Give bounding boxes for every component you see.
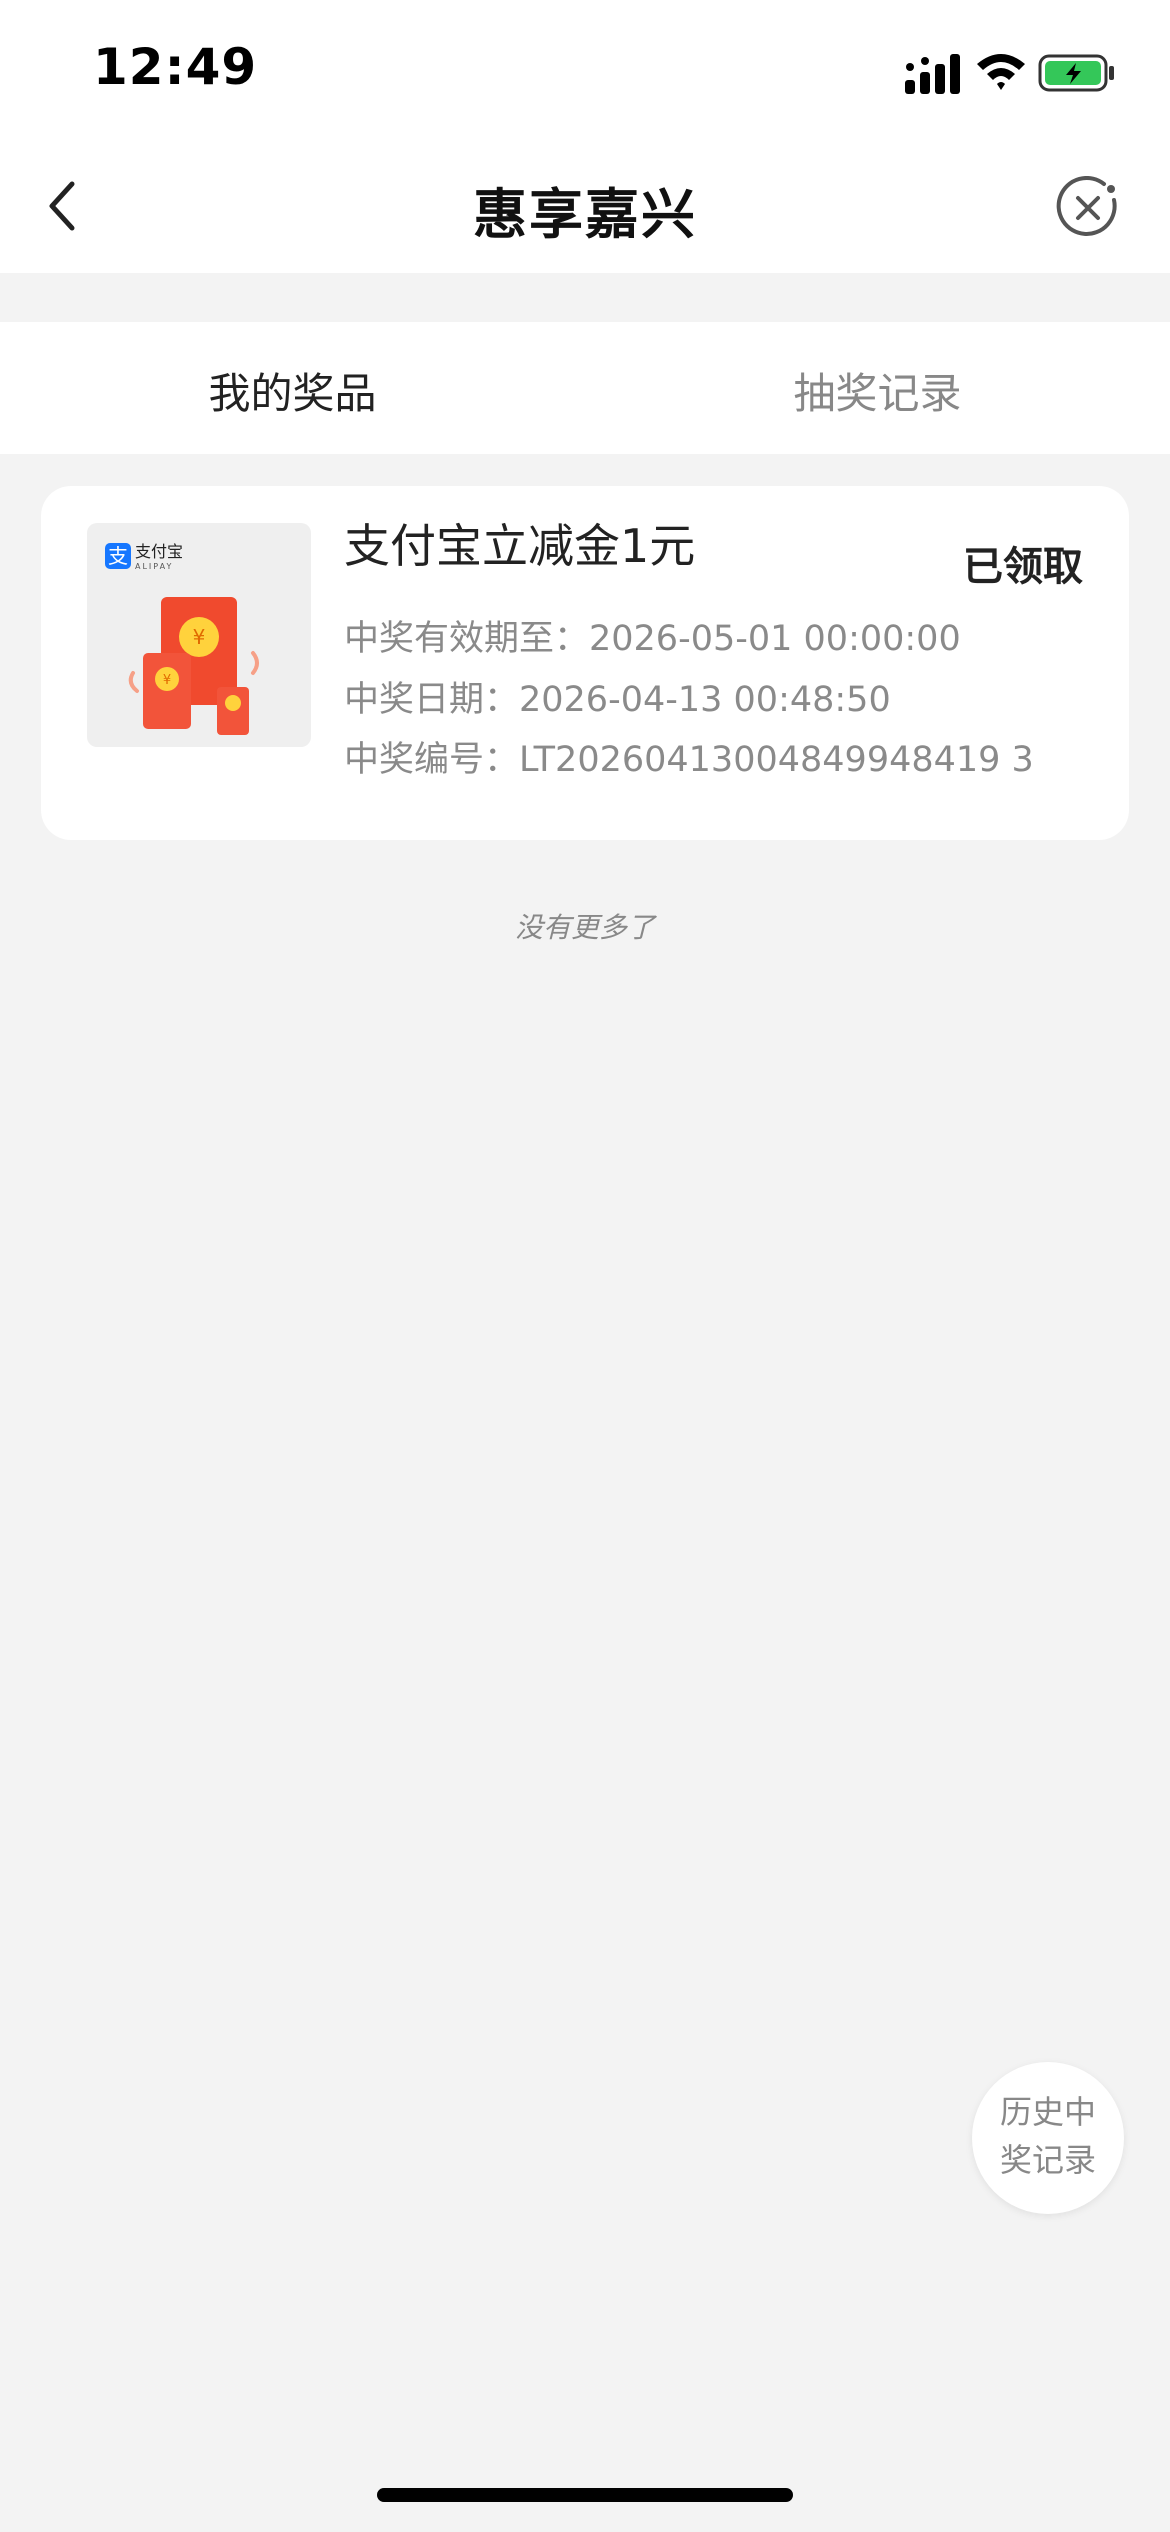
prize-card[interactable]: 支 支付宝 ALIPAY ¥ ¥ 支付宝立减金1元 已领取 中奖有效期至：202… xyxy=(41,486,1129,840)
nav-bar: 惠享嘉兴 xyxy=(0,140,1170,273)
battery-icon xyxy=(1038,54,1114,92)
svg-text:支: 支 xyxy=(108,544,128,568)
signal-icon xyxy=(905,54,960,94)
prize-win-number: 中奖编号：LT20260413004849948419 3 xyxy=(344,740,1034,780)
tab-my-prizes[interactable]: 我的奖品 xyxy=(0,360,585,421)
page-title: 惠享嘉兴 xyxy=(473,183,697,246)
tab-lottery-records[interactable]: 抽奖记录 xyxy=(585,360,1170,421)
prize-win-date: 中奖日期：2026-04-13 00:48:50 xyxy=(344,680,891,720)
status-bar: 12:49 xyxy=(0,0,1170,140)
home-indicator xyxy=(377,2488,793,2502)
list-end-note: 没有更多了 xyxy=(514,911,655,944)
history-records-label: 历史中奖记录 xyxy=(999,2093,1096,2179)
wifi-icon xyxy=(977,54,1025,90)
svg-text:支付宝: 支付宝 xyxy=(135,542,183,561)
svg-text:¥: ¥ xyxy=(193,625,206,649)
svg-text:ALIPAY: ALIPAY xyxy=(135,562,173,571)
status-time: 12:49 xyxy=(93,38,258,96)
prize-thumbnail: 支 支付宝 ALIPAY ¥ ¥ xyxy=(87,523,311,747)
prize-title: 支付宝立减金1元 xyxy=(344,519,696,573)
history-records-button[interactable]: 历史中奖记录 xyxy=(972,2062,1124,2214)
red-packet-image: 支 支付宝 ALIPAY ¥ ¥ xyxy=(105,542,259,735)
tab-bar: 我的奖品 抽奖记录 xyxy=(0,322,1170,454)
prize-valid-until: 中奖有效期至：2026-05-01 00:00:00 xyxy=(344,619,961,659)
close-miniapp-icon[interactable] xyxy=(1056,176,1120,240)
prize-status: 已领取 xyxy=(963,544,1083,590)
svg-text:¥: ¥ xyxy=(163,673,171,688)
